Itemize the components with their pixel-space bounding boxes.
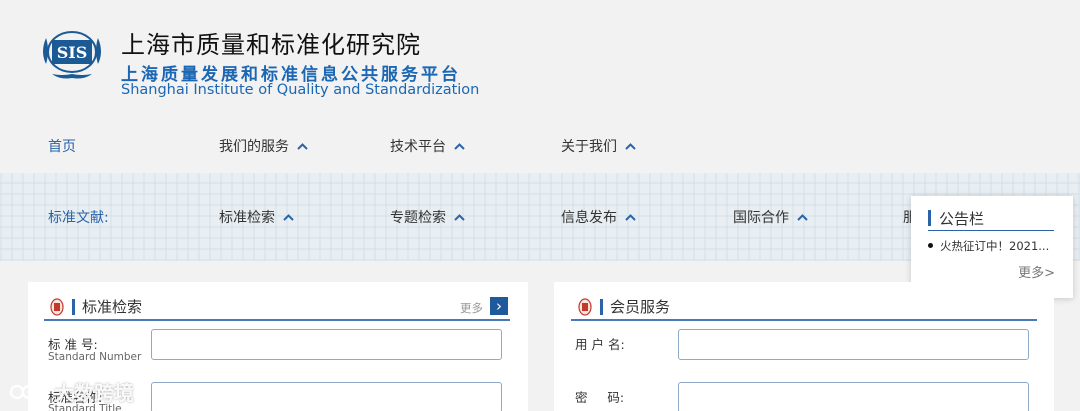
nav-tech-platform-label: 技术平台 — [390, 139, 446, 155]
nav-our-services[interactable]: 我们的服务 — [219, 130, 309, 162]
notice-item[interactable]: 火热征订中！2021... — [928, 238, 1068, 254]
seal-icon — [50, 297, 64, 316]
seal-icon — [578, 297, 592, 316]
nav-standard-search-label: 标准检索 — [219, 210, 275, 226]
member-service-panel: 会员服务 用 户 名: 密 码: — [554, 282, 1054, 411]
nav-about-us[interactable]: 关于我们 — [561, 130, 637, 162]
member-service-title: 会员服务 — [610, 298, 671, 316]
chevron-up-icon — [796, 211, 809, 224]
member-service-header: 会员服务 — [578, 296, 670, 317]
chevron-up-icon — [453, 140, 466, 153]
chevron-right-icon: › — [496, 296, 502, 315]
nav-home-label: 首页 — [48, 139, 76, 155]
watermark-text: 大数跨境 — [54, 381, 134, 405]
chevron-up-icon — [624, 140, 637, 153]
logo-text: SIS — [57, 43, 88, 62]
title-bar-icon — [72, 298, 75, 315]
title-bar-icon — [600, 298, 603, 315]
standard-search-more-link[interactable]: 更多 — [460, 300, 483, 316]
notice-more-link[interactable]: 更多> — [1018, 262, 1055, 281]
sis-logo[interactable]: SIS — [38, 24, 106, 80]
username-label: 用 户 名: — [575, 337, 625, 352]
nav-about-us-label: 关于我们 — [561, 139, 617, 155]
notice-title: 公告栏 — [928, 208, 984, 229]
standard-number-sublabel: Standard Number — [48, 351, 142, 363]
nav-topic-search[interactable]: 专题检索 — [390, 201, 466, 233]
nav-info-release[interactable]: 信息发布 — [561, 201, 637, 233]
institute-name-cn: 上海市质量和标准化研究院 — [121, 31, 421, 59]
notice-divider — [928, 230, 1054, 231]
nav-tech-platform[interactable]: 技术平台 — [390, 130, 466, 162]
main-nav: 首页 我们的服务 技术平台 关于我们 — [0, 130, 1080, 162]
password-input[interactable] — [678, 382, 1029, 411]
panel-divider — [44, 319, 510, 321]
nav-info-release-label: 信息发布 — [561, 210, 617, 226]
standard-title-input[interactable] — [151, 382, 502, 411]
watermark: 大数跨境 — [8, 377, 134, 406]
institute-name-en: Shanghai Institute of Quality and Standa… — [121, 82, 480, 98]
nav-intl-cooperation-label: 国际合作 — [733, 210, 789, 226]
more-arrow-button[interactable]: › — [490, 297, 508, 315]
username-input[interactable] — [678, 329, 1029, 360]
nav-standard-search[interactable]: 标准检索 — [219, 201, 295, 233]
nav-intl-cooperation[interactable]: 国际合作 — [733, 201, 809, 233]
site-header: SIS 上海市质量和标准化研究院 上海质量发展和标准信息公共服务平台 Shang… — [0, 0, 1080, 118]
standard-search-title: 标准检索 — [82, 298, 143, 316]
standard-search-header: 标准检索 — [50, 296, 142, 317]
standard-number-input[interactable] — [151, 329, 502, 360]
chevron-up-icon — [624, 211, 637, 224]
watermark-logo-icon — [9, 384, 49, 399]
nav-standard-docs[interactable]: 标准文献: — [48, 201, 109, 233]
password-label: 密 码: — [575, 390, 625, 405]
nav-standard-docs-label: 标准文献: — [48, 210, 109, 226]
chevron-up-icon — [296, 140, 309, 153]
chevron-up-icon — [453, 211, 466, 224]
nav-our-services-label: 我们的服务 — [219, 139, 289, 155]
panel-divider — [571, 319, 1037, 321]
nav-topic-search-label: 专题检索 — [390, 210, 446, 226]
chevron-up-icon — [282, 211, 295, 224]
nav-home[interactable]: 首页 — [48, 130, 76, 162]
